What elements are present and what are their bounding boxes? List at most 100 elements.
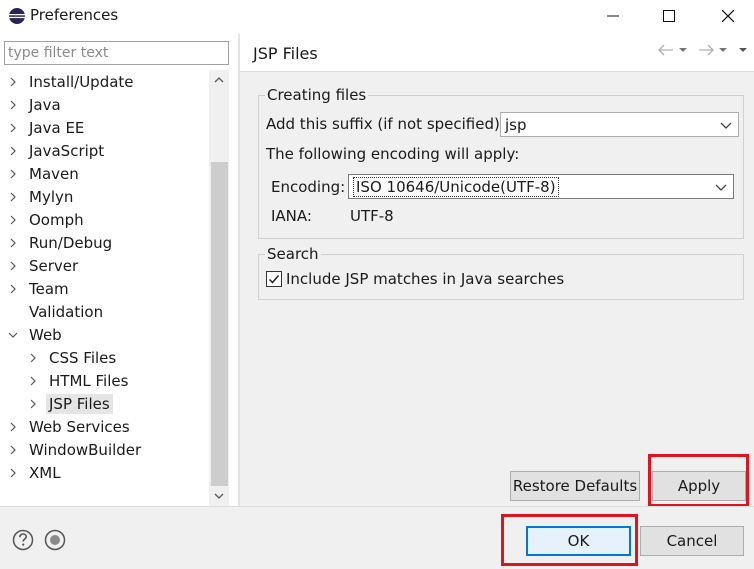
dialog-button-bar: OK Cancel bbox=[0, 506, 754, 569]
forward-arrow-icon[interactable] bbox=[698, 44, 714, 56]
tree-item[interactable]: Maven bbox=[8, 162, 82, 185]
tree-item[interactable]: Oomph bbox=[8, 208, 87, 231]
maximize-icon bbox=[663, 10, 675, 22]
tree-item-label: JSP Files bbox=[46, 393, 113, 414]
back-arrow-icon[interactable] bbox=[658, 44, 674, 56]
forward-menu-chevron-icon[interactable] bbox=[718, 47, 728, 53]
tree-item-label: Web bbox=[29, 325, 62, 344]
preference-nav-pane: Install/Update Java Java EE JavaScript Maven… bbox=[0, 34, 238, 506]
tree-scrollbar[interactable] bbox=[209, 70, 229, 506]
tree-item[interactable]: Web bbox=[8, 323, 65, 346]
chevron-right-icon[interactable] bbox=[28, 353, 38, 363]
tree-item-label: JavaScript bbox=[29, 141, 105, 160]
tree-item[interactable]: WindowBuilder bbox=[8, 438, 144, 461]
tree-item-label: Java EE bbox=[29, 118, 85, 137]
restore-defaults-button[interactable]: Restore Defaults bbox=[510, 471, 640, 501]
chevron-right-icon[interactable] bbox=[8, 468, 18, 478]
page-header: JSP Files bbox=[240, 34, 754, 72]
help-icon[interactable] bbox=[12, 529, 34, 551]
close-icon bbox=[722, 10, 734, 22]
tree-item-label: Web Services bbox=[29, 417, 130, 436]
chevron-down-icon bbox=[715, 184, 727, 191]
history-nav bbox=[658, 44, 748, 56]
import-export-icon[interactable] bbox=[44, 529, 66, 551]
tree-item[interactable]: XML bbox=[8, 461, 64, 484]
tree-item[interactable]: Install/Update bbox=[8, 70, 137, 93]
cancel-button[interactable]: Cancel bbox=[640, 526, 744, 556]
chevron-right-icon[interactable] bbox=[8, 284, 18, 294]
tree-item[interactable]: Run/Debug bbox=[8, 231, 115, 254]
chevron-right-icon[interactable] bbox=[8, 123, 18, 133]
preference-tree: Install/Update Java Java EE JavaScript Maven… bbox=[0, 70, 208, 506]
eclipse-icon bbox=[9, 8, 25, 24]
scrollbar-thumb[interactable] bbox=[211, 162, 228, 486]
creating-files-legend: Creating files bbox=[267, 86, 367, 104]
apply-button[interactable]: Apply bbox=[652, 471, 746, 501]
window-title: Preferences bbox=[30, 6, 119, 24]
chevron-right-icon[interactable] bbox=[8, 422, 18, 432]
ok-button[interactable]: OK bbox=[526, 526, 631, 556]
tree-item[interactable]: Mylyn bbox=[8, 185, 76, 208]
tree-item[interactable]: HTML Files bbox=[28, 369, 131, 392]
chevron-right-icon[interactable] bbox=[8, 192, 18, 202]
tree-item[interactable]: Java bbox=[8, 93, 64, 116]
scroll-down-icon[interactable] bbox=[209, 486, 229, 506]
close-button[interactable] bbox=[703, 0, 753, 32]
tree-item-label: Maven bbox=[29, 164, 79, 183]
chevron-right-icon[interactable] bbox=[8, 445, 18, 455]
tree-item[interactable]: CSS Files bbox=[28, 346, 119, 369]
chevron-right-icon[interactable] bbox=[8, 146, 18, 156]
search-legend: Search bbox=[267, 245, 319, 263]
tree-item-label: CSS Files bbox=[49, 348, 117, 367]
tree-item[interactable]: JSP Files bbox=[28, 392, 113, 415]
title-bar: Preferences bbox=[0, 0, 754, 32]
tree-item[interactable]: Web Services bbox=[8, 415, 133, 438]
include-jsp-checkbox-row[interactable]: Include JSP matches in Java searches bbox=[266, 270, 564, 288]
tree-item[interactable]: Team bbox=[8, 277, 72, 300]
chevron-down-icon[interactable] bbox=[8, 330, 18, 340]
suffix-label: Add this suffix (if not specified): bbox=[266, 115, 505, 133]
tree-item-label: Oomph bbox=[29, 210, 84, 229]
view-menu-icon[interactable] bbox=[738, 47, 748, 53]
tree-item-label: Team bbox=[29, 279, 69, 298]
tree-item-label: Java bbox=[29, 95, 61, 114]
chevron-right-icon[interactable] bbox=[28, 399, 38, 409]
preference-page: JSP Files Creating files Add this suffix… bbox=[240, 34, 754, 506]
tree-item[interactable]: Java EE bbox=[8, 116, 87, 139]
back-menu-chevron-icon[interactable] bbox=[678, 47, 688, 53]
tree-item-label: XML bbox=[29, 463, 61, 482]
encoding-label: Encoding: bbox=[271, 178, 346, 196]
chevron-right-icon[interactable] bbox=[8, 238, 18, 248]
checkmark-icon bbox=[268, 275, 280, 284]
no-chevron-spacer bbox=[8, 307, 18, 317]
maximize-button[interactable] bbox=[644, 0, 694, 32]
page-title: JSP Files bbox=[253, 44, 318, 63]
chevron-right-icon[interactable] bbox=[8, 169, 18, 179]
scroll-up-icon[interactable] bbox=[209, 70, 229, 90]
include-jsp-label: Include JSP matches in Java searches bbox=[286, 270, 565, 288]
tree-item-label: Validation bbox=[29, 302, 104, 321]
chevron-right-icon[interactable] bbox=[28, 376, 38, 386]
chevron-right-icon[interactable] bbox=[8, 215, 18, 225]
tree-item[interactable]: Validation bbox=[8, 300, 106, 323]
tree-item-label: HTML Files bbox=[49, 371, 129, 390]
iana-value: UTF-8 bbox=[350, 207, 394, 225]
tree-item-label: WindowBuilder bbox=[29, 440, 142, 459]
tree-item-label: Install/Update bbox=[29, 72, 134, 91]
suffix-combo[interactable]: jsp bbox=[500, 112, 739, 137]
minimize-icon bbox=[607, 15, 619, 17]
chevron-down-icon bbox=[720, 122, 732, 129]
tree-item-label: Mylyn bbox=[29, 187, 74, 206]
iana-label: IANA: bbox=[271, 207, 312, 225]
tree-item-label: Server bbox=[29, 256, 79, 275]
filter-input[interactable] bbox=[4, 41, 229, 65]
include-jsp-checkbox[interactable] bbox=[266, 271, 282, 287]
encoding-combo[interactable]: ISO 10646/Unicode(UTF-8) bbox=[348, 174, 734, 199]
minimize-button[interactable] bbox=[588, 0, 638, 32]
tree-item[interactable]: JavaScript bbox=[8, 139, 107, 162]
tree-item-label: Run/Debug bbox=[29, 233, 113, 252]
tree-item[interactable]: Server bbox=[8, 254, 81, 277]
chevron-right-icon[interactable] bbox=[8, 261, 18, 271]
chevron-right-icon[interactable] bbox=[8, 100, 18, 110]
chevron-right-icon[interactable] bbox=[8, 77, 18, 87]
